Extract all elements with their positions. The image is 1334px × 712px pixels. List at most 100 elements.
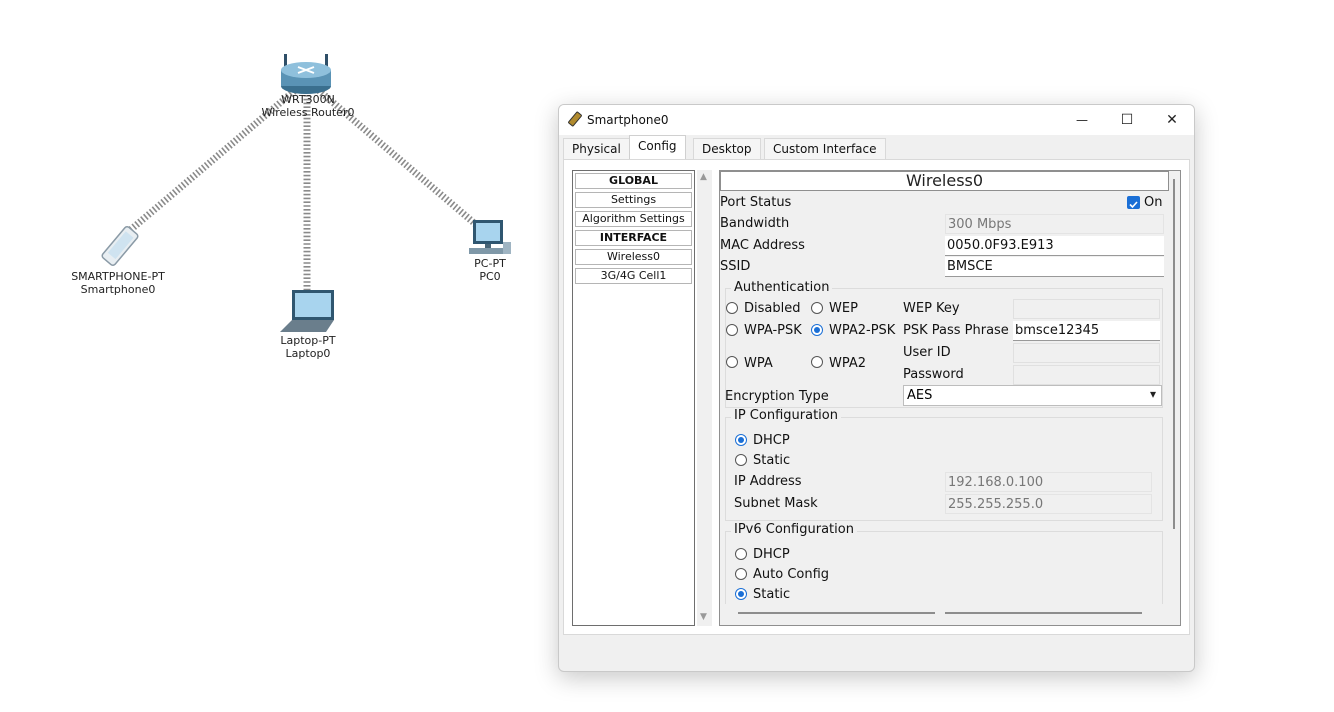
subnet-mask-label: Subnet Mask	[734, 496, 818, 511]
maximize-icon: ☐	[1120, 112, 1134, 128]
auth-wpa-label: WPA	[744, 356, 773, 371]
psk-pass-phrase-label: PSK Pass Phrase	[903, 323, 1009, 338]
config-content: GLOBAL Settings Algorithm Settings INTER…	[563, 159, 1190, 635]
bandwidth-label: Bandwidth	[720, 216, 790, 231]
tab-desktop[interactable]: Desktop	[693, 138, 761, 159]
auth-wpa2-psk-label: WPA2-PSK	[829, 323, 896, 338]
smartphone-app-icon	[568, 111, 582, 127]
smartphone-name: Smartphone0	[80, 283, 156, 296]
ssid-label: SSID	[720, 259, 751, 274]
ipv6-auto-config-radio[interactable]	[735, 568, 747, 580]
subnet-mask-field: 255.255.255.0	[945, 494, 1152, 514]
ip-configuration-title: IP Configuration	[731, 408, 841, 423]
wep-key-field[interactable]	[1013, 299, 1160, 319]
auth-wep-radio[interactable]	[811, 302, 823, 314]
checkmark-icon	[1129, 201, 1138, 209]
smartphone-icon[interactable]	[96, 224, 144, 268]
close-icon: ✕	[1166, 112, 1178, 128]
nav-header-interface[interactable]: INTERFACE	[575, 230, 692, 246]
ip-address-label: IP Address	[734, 474, 802, 489]
nav-item-algorithm-settings[interactable]: Algorithm Settings	[575, 211, 692, 227]
nav-item-wireless0[interactable]: Wireless0	[575, 249, 692, 265]
user-id-label: User ID	[903, 345, 951, 360]
ipv6-static-label: Static	[753, 587, 791, 602]
tab-custom-interface[interactable]: Custom Interface	[764, 138, 886, 159]
ip-static-radio[interactable]	[735, 454, 747, 466]
wireless-router-icon[interactable]	[278, 52, 334, 96]
ipv6-static-radio[interactable]	[735, 588, 747, 600]
auth-wpa2-label: WPA2	[829, 356, 867, 371]
wep-key-label: WEP Key	[903, 301, 960, 316]
ip-static-label: Static	[753, 453, 791, 468]
auth-wpa-radio[interactable]	[726, 356, 738, 368]
ipv6-dhcp-radio[interactable]	[735, 548, 747, 560]
nav-item-settings[interactable]: Settings	[575, 192, 692, 208]
pc-model: PC-PT	[474, 257, 506, 270]
tab-physical[interactable]: Physical	[563, 138, 630, 159]
panel-title: Wireless0	[720, 171, 1169, 191]
pc-label: PC-PT PC0	[450, 257, 530, 283]
bandwidth-field: 300 Mbps	[945, 214, 1164, 234]
minimize-button[interactable]: —	[1059, 107, 1105, 133]
ipv6-dhcp-label: DHCP	[753, 547, 790, 562]
port-status-checkbox[interactable]	[1127, 196, 1140, 209]
mac-address-field[interactable]: 0050.0F93.E913	[945, 236, 1164, 256]
horizontal-scrollbar[interactable]	[720, 604, 1169, 625]
auth-disabled-radio[interactable]	[726, 302, 738, 314]
chevron-down-icon: ▾	[1149, 387, 1156, 401]
authentication-title: Authentication	[731, 280, 833, 295]
device-config-window: Smartphone0 — ☐ ✕ Physical Config Deskto…	[558, 104, 1195, 672]
hscroll-thumb-right[interactable]	[945, 612, 1142, 614]
password-label: Password	[903, 367, 964, 382]
panel-vertical-scrollbar[interactable]	[1169, 171, 1180, 625]
ip-address-field: 192.168.0.100	[945, 472, 1152, 492]
smartphone-model: SMARTPHONE-PT	[71, 270, 165, 283]
laptop-name: Laptop0	[285, 347, 331, 360]
maximize-button[interactable]: ☐	[1104, 107, 1150, 133]
user-id-field[interactable]	[1013, 343, 1160, 363]
scroll-down-icon[interactable]: ▼	[700, 612, 707, 622]
scroll-up-icon[interactable]: ▲	[700, 172, 707, 182]
laptop-model: Laptop-PT	[280, 334, 336, 347]
window-title: Smartphone0	[587, 113, 669, 127]
nav-scrollbar[interactable]: ▲ ▼	[697, 170, 712, 626]
mac-address-label: MAC Address	[720, 238, 805, 253]
psk-pass-phrase-field[interactable]: bmsce12345	[1013, 321, 1160, 341]
vertical-scroll-thumb[interactable]	[1173, 179, 1175, 529]
tab-config[interactable]: Config	[629, 135, 686, 159]
window-titlebar[interactable]: Smartphone0 — ☐ ✕	[559, 105, 1194, 135]
auth-wpa-psk-label: WPA-PSK	[744, 323, 802, 338]
auth-wep-label: WEP	[829, 301, 858, 316]
minimize-icon: —	[1076, 113, 1088, 127]
auth-disabled-label: Disabled	[744, 301, 801, 316]
auth-wpa2-radio[interactable]	[811, 356, 823, 368]
encryption-type-value: AES	[907, 388, 933, 403]
auth-wpa-psk-radio[interactable]	[726, 324, 738, 336]
laptop-label: Laptop-PT Laptop0	[258, 334, 358, 360]
router-model: WRT300N	[281, 93, 335, 106]
ipv6-auto-config-label: Auto Config	[753, 567, 830, 582]
ip-dhcp-label: DHCP	[753, 433, 790, 448]
port-status-label: Port Status	[720, 195, 792, 210]
ssid-field[interactable]: BMSCE	[945, 257, 1164, 277]
ipv6-configuration-title: IPv6 Configuration	[731, 522, 857, 537]
laptop-icon[interactable]	[278, 288, 338, 334]
encryption-type-select[interactable]: AES ▾	[903, 385, 1162, 406]
hscroll-thumb-left[interactable]	[738, 612, 935, 614]
nav-item-3g4g-cell1[interactable]: 3G/4G Cell1	[575, 268, 692, 284]
auth-wpa2-psk-radio[interactable]	[811, 324, 823, 336]
tab-bar: Physical Config Desktop Custom Interface	[559, 135, 1194, 159]
ip-dhcp-radio[interactable]	[735, 434, 747, 446]
port-status-on-label: On	[1144, 195, 1163, 210]
pc-name: PC0	[479, 270, 501, 283]
smartphone-label: SMARTPHONE-PT Smartphone0	[58, 270, 178, 296]
wireless0-panel: Wireless0 Port Status On Bandwidth 300 M…	[719, 170, 1181, 626]
config-nav-list: GLOBAL Settings Algorithm Settings INTER…	[572, 170, 695, 626]
router-name: Wireless Router0	[261, 106, 355, 119]
pc-icon[interactable]	[467, 218, 513, 258]
router-label: WRT300N Wireless Router0	[240, 93, 376, 119]
password-field[interactable]	[1013, 365, 1160, 385]
close-button[interactable]: ✕	[1149, 107, 1194, 133]
nav-header-global[interactable]: GLOBAL	[575, 173, 692, 189]
encryption-type-label: Encryption Type	[725, 389, 829, 404]
